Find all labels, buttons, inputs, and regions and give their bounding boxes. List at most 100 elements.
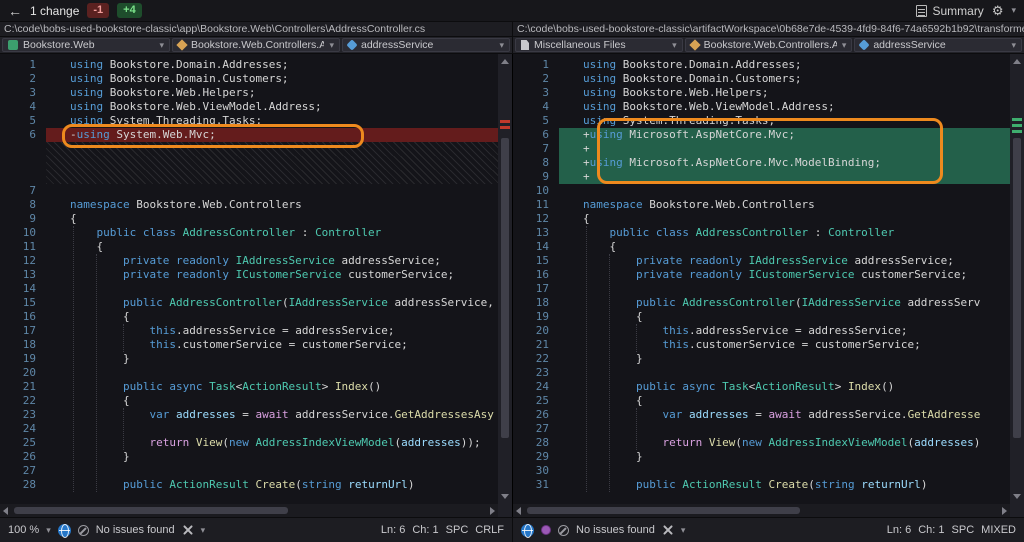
code-line[interactable]: 4 using Bookstore.Web.ViewModel.Address; xyxy=(513,100,1010,114)
code-line[interactable]: 6 -using System.Web.Mvc; xyxy=(0,128,498,142)
code-line[interactable]: 28 public ActionResult Create(string ret… xyxy=(0,478,498,492)
line-ending-indicator[interactable]: MIXED xyxy=(981,524,1016,536)
code-text[interactable]: this.customerService = customerService; xyxy=(46,338,498,352)
code-text[interactable]: this.customerService = customerService; xyxy=(559,338,1010,352)
code-text[interactable]: { xyxy=(559,212,1010,226)
code-text[interactable] xyxy=(559,422,1010,436)
code-text[interactable] xyxy=(46,282,498,296)
code-text[interactable]: using Bookstore.Domain.Addresses; xyxy=(559,58,1010,72)
code-text[interactable]: public async Task<ActionResult> Index() xyxy=(46,380,498,394)
code-text[interactable]: } xyxy=(559,450,1010,464)
project-dropdown[interactable]: Bookstore.Web ▾ xyxy=(2,38,170,52)
code-line[interactable]: 1 using Bookstore.Domain.Addresses; xyxy=(513,58,1010,72)
scroll-down-icon[interactable] xyxy=(501,494,509,499)
code-line[interactable]: 19 { xyxy=(513,310,1010,324)
issues-status[interactable]: No issues found xyxy=(96,524,175,536)
code-line[interactable]: 9{ xyxy=(0,212,498,226)
code-text[interactable] xyxy=(559,282,1010,296)
code-line[interactable]: 29 } xyxy=(513,450,1010,464)
code-line[interactable]: 3 using Bookstore.Web.Helpers; xyxy=(513,86,1010,100)
code-text[interactable]: { xyxy=(559,310,1010,324)
code-line[interactable]: 20 this.addressService = addressService; xyxy=(513,324,1010,338)
code-line[interactable]: 26 } xyxy=(0,450,498,464)
code-line[interactable]: 8 +using Microsoft.AspNetCore.Mvc.ModelBi… xyxy=(513,156,1010,170)
code-text[interactable] xyxy=(46,422,498,436)
code-line[interactable]: 4 using Bookstore.Web.ViewModel.Address; xyxy=(0,100,498,114)
code-text[interactable]: using Bookstore.Web.ViewModel.Address; xyxy=(46,100,498,114)
code-line[interactable]: 12 private readonly IAddressService addr… xyxy=(0,254,498,268)
code-text[interactable]: var addresses = await addressService.Get… xyxy=(46,408,498,422)
code-text[interactable]: this.addressService = addressService; xyxy=(559,324,1010,338)
tools-icon[interactable] xyxy=(182,524,194,536)
code-text[interactable]: using Bookstore.Web.Helpers; xyxy=(559,86,1010,100)
code-line[interactable]: 18 public AddressController(IAddressServ… xyxy=(513,296,1010,310)
column-indicator[interactable]: Ch: 1 xyxy=(918,524,944,536)
code-line[interactable]: 18 this.customerService = customerServic… xyxy=(0,338,498,352)
code-text[interactable]: var addresses = await addressService.Get… xyxy=(559,408,1010,422)
code-line[interactable]: 17 this.addressService = addressService; xyxy=(0,324,498,338)
code-line[interactable]: 30 xyxy=(513,464,1010,478)
issues-status[interactable]: No issues found xyxy=(576,524,655,536)
scroll-right-icon[interactable] xyxy=(490,507,495,515)
code-line[interactable]: 27 xyxy=(513,422,1010,436)
code-line[interactable]: 7 + xyxy=(513,142,1010,156)
chevron-down-icon[interactable]: ▾ xyxy=(201,525,206,536)
code-text[interactable]: private readonly ICustomerService custom… xyxy=(46,268,498,282)
code-text[interactable]: public async Task<ActionResult> Index() xyxy=(559,380,1010,394)
code-line[interactable]: 6 +using Microsoft.AspNetCore.Mvc; xyxy=(513,128,1010,142)
code-text[interactable] xyxy=(46,184,498,198)
line-indicator[interactable]: Ln: 6 xyxy=(887,524,911,536)
indentation-indicator[interactable]: SPC xyxy=(446,524,469,536)
code-text[interactable]: return View(new AddressIndexViewModel(ad… xyxy=(46,436,498,450)
scroll-down-icon[interactable] xyxy=(1013,494,1021,499)
code-text[interactable]: using System.Threading.Tasks; xyxy=(559,114,1010,128)
code-line[interactable]: 7 xyxy=(0,184,498,198)
gear-icon[interactable]: ⚙ xyxy=(992,3,1004,19)
code-text[interactable]: private readonly IAddressService address… xyxy=(46,254,498,268)
code-line[interactable]: 16 private readonly ICustomerService cus… xyxy=(513,268,1010,282)
code-text[interactable]: public class AddressController : Control… xyxy=(559,226,1010,240)
code-text[interactable] xyxy=(46,170,498,184)
summary-button[interactable]: Summary xyxy=(916,4,984,18)
code-line[interactable]: 23 xyxy=(513,366,1010,380)
code-line[interactable]: 21 public async Task<ActionResult> Index… xyxy=(0,380,498,394)
code-text[interactable]: public ActionResult Create(string return… xyxy=(46,478,498,492)
code-line[interactable]: 22 } xyxy=(513,352,1010,366)
code-line[interactable]: 13 public class AddressController : Cont… xyxy=(513,226,1010,240)
scroll-right-icon[interactable] xyxy=(1002,507,1007,515)
code-text[interactable]: using Bookstore.Web.ViewModel.Address; xyxy=(559,100,1010,114)
code-line[interactable]: 5 using System.Threading.Tasks; xyxy=(0,114,498,128)
code-text[interactable]: using Bookstore.Web.Helpers; xyxy=(46,86,498,100)
scroll-left-icon[interactable] xyxy=(3,507,8,515)
vertical-scrollbar[interactable] xyxy=(498,54,512,517)
code-text[interactable]: public class AddressController : Control… xyxy=(46,226,498,240)
code-text[interactable]: private readonly ICustomerService custom… xyxy=(559,268,1010,282)
globe-icon[interactable] xyxy=(57,523,71,538)
code-line[interactable]: 12 { xyxy=(513,212,1010,226)
project-dropdown[interactable]: Miscellaneous Files ▾ xyxy=(515,38,683,52)
code-text[interactable]: using Bookstore.Domain.Addresses; xyxy=(46,58,498,72)
extension-icon[interactable] xyxy=(541,525,551,535)
code-text[interactable]: namespace Bookstore.Web.Controllers xyxy=(559,198,1010,212)
column-indicator[interactable]: Ch: 1 xyxy=(412,524,438,536)
chevron-down-icon[interactable]: ▾ xyxy=(1011,5,1016,16)
code-text[interactable]: private readonly IAddressService address… xyxy=(559,254,1010,268)
code-text[interactable]: { xyxy=(559,394,1010,408)
code-text[interactable]: using Bookstore.Domain.Customers; xyxy=(559,72,1010,86)
code-line[interactable]: 11 { xyxy=(0,240,498,254)
code-text[interactable]: } xyxy=(46,352,498,366)
code-text[interactable]: public AddressController(IAddressService… xyxy=(46,296,498,310)
code-line[interactable]: 3 using Bookstore.Web.Helpers; xyxy=(0,86,498,100)
code-text[interactable]: } xyxy=(559,352,1010,366)
code-text[interactable]: +using Microsoft.AspNetCore.Mvc; xyxy=(559,128,1010,142)
code-line[interactable]: 26 var addresses = await addressService.… xyxy=(513,408,1010,422)
code-line[interactable]: 5 using System.Threading.Tasks; xyxy=(513,114,1010,128)
code-line[interactable]: 15 private readonly IAddressService addr… xyxy=(513,254,1010,268)
code-line[interactable]: 23 var addresses = await addressService.… xyxy=(0,408,498,422)
scroll-up-icon[interactable] xyxy=(1013,59,1021,64)
code-text[interactable]: public AddressController(IAddressService… xyxy=(559,296,1010,310)
code-line[interactable]: 21 this.customerService = customerServic… xyxy=(513,338,1010,352)
horizontal-scrollbar[interactable] xyxy=(513,504,1010,517)
code-line[interactable]: 16 { xyxy=(0,310,498,324)
code-line[interactable]: 17 xyxy=(513,282,1010,296)
